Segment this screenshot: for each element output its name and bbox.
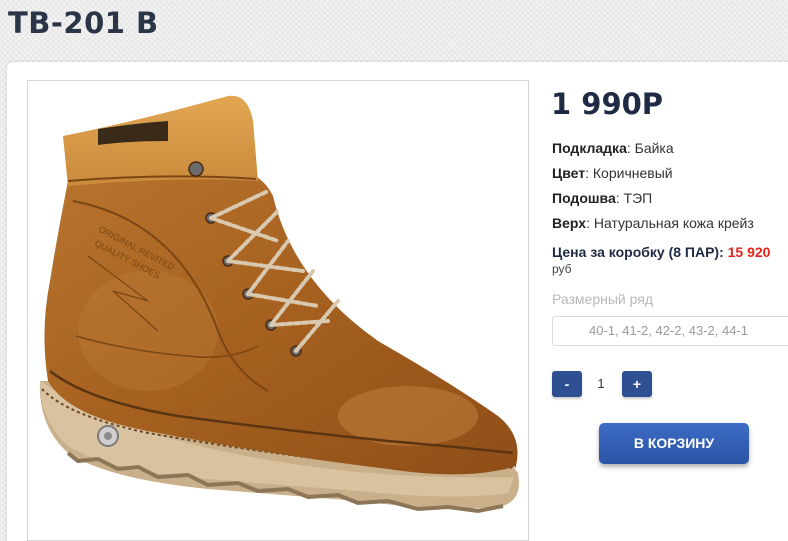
size-select[interactable]: 40-1, 41-2, 42-2, 43-2, 44-1 [552, 316, 788, 346]
quantity-input[interactable]: 1 [582, 371, 620, 397]
quantity-increase-button[interactable]: + [622, 371, 652, 397]
quantity-decrease-button[interactable]: - [552, 371, 582, 397]
page-title: TB-201 B [8, 6, 159, 40]
box-price: Цена за коробку (8 ПАР): 15 920 [552, 244, 770, 260]
spec-value: Коричневый [592, 165, 673, 181]
spec-value: Байка [634, 140, 674, 156]
spec-sole: Подошва: ТЭП [552, 190, 653, 206]
spec-lining: Подкладка: Байка [552, 140, 674, 156]
product-price: 1 990Р [551, 87, 664, 121]
product-image[interactable]: ORIGINAL REVITED QUALITY SHOES [27, 80, 529, 541]
box-price-value: 15 920 [727, 244, 771, 260]
boot-illustration: ORIGINAL REVITED QUALITY SHOES [39, 95, 519, 514]
spec-label: Верх [552, 215, 587, 231]
spec-label: Подошва [552, 190, 616, 206]
spec-value: ТЭП [623, 190, 653, 206]
spec-color: Цвет: Коричневый [552, 165, 673, 181]
box-price-label: Цена за коробку (8 ПАР): [552, 244, 724, 260]
add-to-cart-button[interactable]: В КОРЗИНУ [599, 423, 749, 464]
size-label: Размерный ряд [552, 291, 654, 307]
spec-label: Подкладка [552, 140, 627, 156]
spec-label: Цвет [552, 165, 586, 181]
spec-upper: Верх: Натуральная кожа крейз [552, 215, 754, 231]
spec-value: Натуральная кожа крейз [593, 215, 754, 231]
box-price-currency: руб [552, 262, 572, 276]
